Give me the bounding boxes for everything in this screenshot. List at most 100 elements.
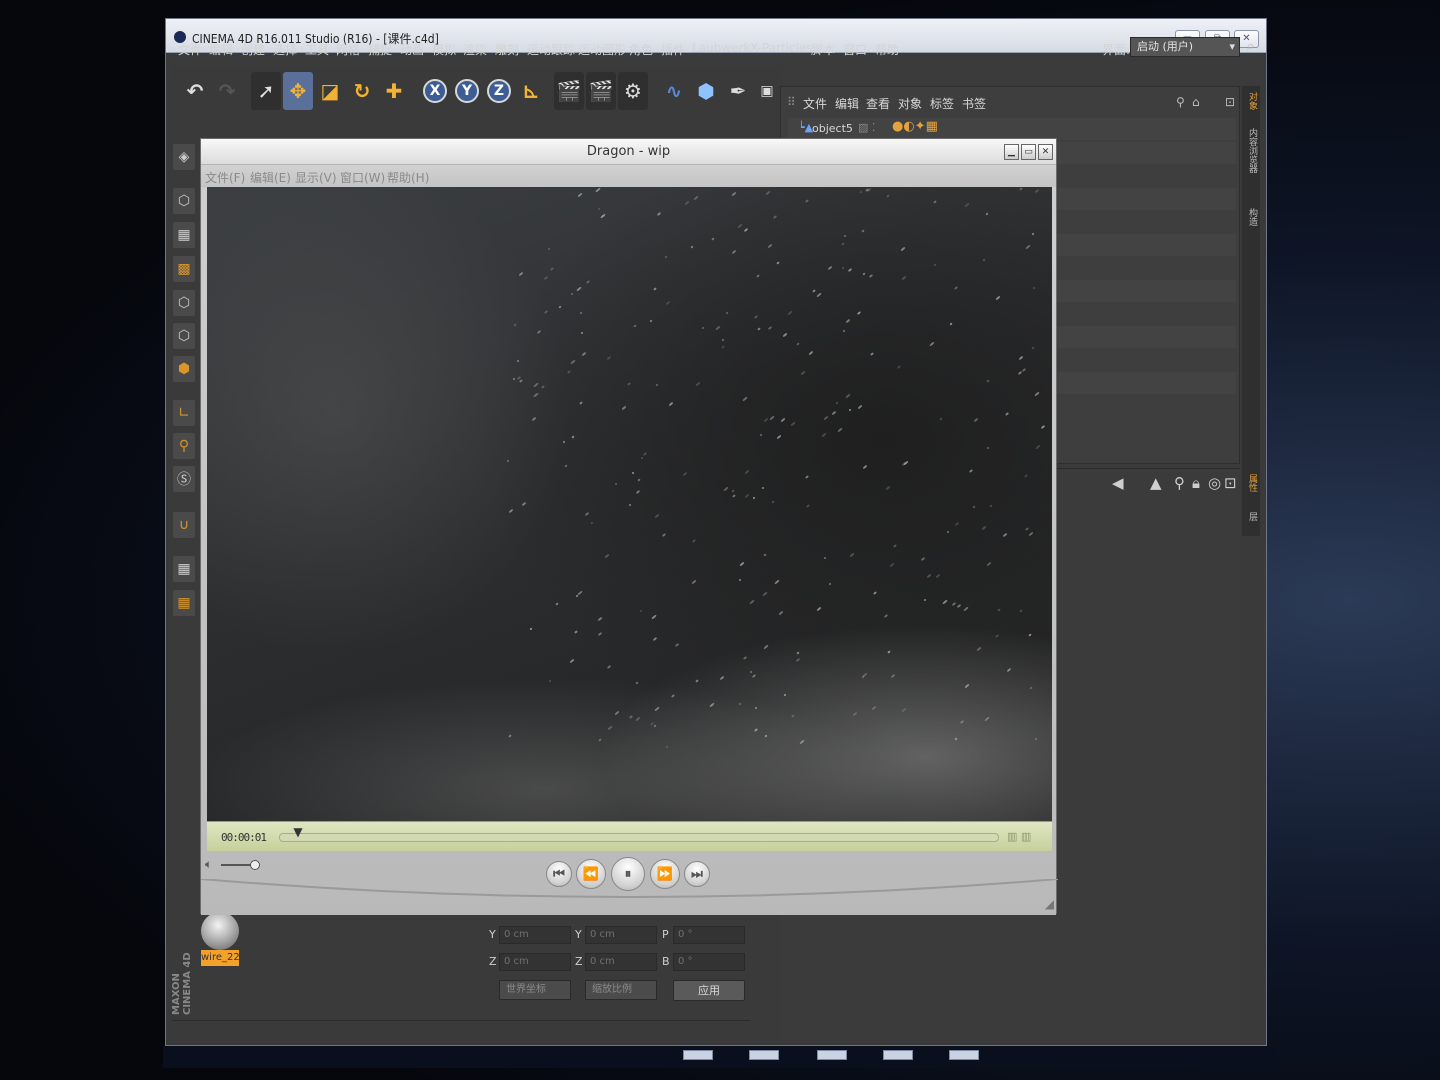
rotation-b-field[interactable]: 0 ° — [673, 953, 745, 971]
tab-structure[interactable]: 构造 — [1243, 208, 1259, 226]
menu-select[interactable]: 选择 — [273, 41, 297, 58]
cube-icon[interactable]: ⬢ — [691, 72, 721, 110]
up-arrow-icon[interactable]: ▲ — [1150, 474, 1162, 492]
attr-search-icon[interactable]: ⚲ — [1174, 474, 1185, 492]
size-z-field[interactable]: 0 cm — [585, 953, 657, 971]
search-icon[interactable]: ⌕ — [1247, 39, 1263, 55]
visibility-toggle-icon[interactable]: ▨ ⁚ — [858, 121, 875, 134]
menu-mesh[interactable]: 网格 — [336, 41, 360, 58]
menu-simulate[interactable]: 模拟 — [432, 41, 456, 58]
attr-expand-icon[interactable]: ⊡ — [1224, 474, 1237, 492]
z-axis-icon[interactable]: Z — [484, 72, 514, 110]
menu-tools[interactable]: 工具 — [305, 41, 329, 58]
scale-icon[interactable]: ◪ — [315, 72, 345, 110]
material-label[interactable]: wire_22 — [201, 950, 240, 966]
viewport-solo-icon[interactable]: ▦ — [173, 556, 195, 582]
menu-script[interactable]: 脚本 — [811, 41, 835, 58]
rewind-button[interactable]: ⏪ — [576, 859, 606, 889]
menu-laubwerk[interactable]: Laubwerk — [692, 41, 750, 55]
menu-snap[interactable]: 捕捉 — [368, 41, 392, 58]
lock-workplane-icon[interactable]: ▦ — [173, 590, 195, 616]
edges-mode-icon[interactable]: ⬡ — [173, 323, 195, 349]
om-row[interactable] — [788, 118, 1236, 140]
pen-icon[interactable]: ✒ — [723, 72, 753, 110]
render-view-icon[interactable]: 🎬 — [554, 72, 584, 110]
tab-attributes[interactable]: 属性 — [1243, 474, 1259, 492]
player-menu-window[interactable]: 窗口(W) — [340, 169, 385, 186]
undo-icon[interactable]: ↶ — [180, 72, 210, 110]
menu-plugins[interactable]: 插件 — [661, 41, 685, 58]
texture-mode-icon[interactable]: ▦ — [173, 222, 195, 248]
volume-icon[interactable]: 🔈︎ — [205, 857, 212, 872]
rotation-p-field[interactable]: 0 ° — [673, 926, 745, 944]
taskbar-thumbnail[interactable] — [749, 1050, 779, 1060]
video-frame[interactable] — [207, 187, 1052, 821]
menu-render[interactable]: 渲染 — [463, 41, 487, 58]
taskbar-thumbnail[interactable] — [949, 1050, 979, 1060]
select-arrow-icon[interactable]: ➚ — [251, 72, 281, 110]
om-search-icon[interactable]: ⚲ — [1176, 95, 1185, 109]
polygons-mode-icon[interactable]: ⬢ — [173, 356, 195, 382]
redo-icon[interactable]: ↷ — [212, 72, 242, 110]
coordinate-system-icon[interactable]: ⊾ — [516, 72, 546, 110]
om-expand-icon[interactable]: ⊡ — [1225, 95, 1235, 109]
menu-file[interactable]: 文件 — [178, 41, 202, 58]
xparticles-tag-icon[interactable]: ●◐✦▦ — [892, 119, 938, 134]
menu-edit[interactable]: 编辑 — [209, 41, 233, 58]
tweak-mode-icon[interactable]: ⚲ — [173, 433, 195, 459]
axis-mode-icon[interactable]: ∟ — [173, 400, 195, 426]
points-mode-icon[interactable]: ⬡ — [173, 290, 195, 316]
apply-button[interactable]: 应用 — [673, 980, 745, 1001]
interface-select[interactable]: 启动 (用户) — [1130, 37, 1240, 57]
menu-sculpt[interactable]: 雕刻 — [495, 41, 519, 58]
om-home-icon[interactable]: ⌂ — [1192, 95, 1200, 109]
tab-layers[interactable]: 层 — [1243, 512, 1259, 521]
x-axis-icon[interactable]: X — [420, 72, 450, 110]
model-mode-icon[interactable]: ◈ — [173, 144, 195, 170]
lock-icon[interactable]: 🔒︎ — [1192, 474, 1200, 492]
scale-mode-dropdown[interactable]: 缩放比例 — [585, 980, 657, 1000]
fast-forward-button[interactable]: ⏩ — [650, 859, 680, 889]
player-close-button[interactable]: ✕ — [1038, 144, 1053, 160]
menu-x-particles[interactable]: X-Particles — [750, 41, 813, 55]
menu-create[interactable]: 创建 — [241, 41, 265, 58]
om-menu-bookmarks[interactable]: 书签 — [962, 95, 986, 112]
om-object-name[interactable]: object5 — [812, 122, 853, 135]
go-to-start-button[interactable]: ⏮ — [546, 861, 572, 887]
player-menu-view[interactable]: 显示(V) — [295, 169, 337, 186]
tab-objects[interactable]: 对象 — [1243, 92, 1259, 110]
om-menu-file[interactable]: 文件 — [803, 95, 827, 112]
rotate-icon[interactable]: ↻ — [347, 72, 377, 110]
add-icon[interactable]: ✚ — [379, 72, 409, 110]
player-menu-file[interactable]: 文件(F) — [205, 169, 245, 186]
playhead-icon[interactable]: ▼ — [293, 826, 303, 842]
menu-character[interactable]: 角色 — [629, 41, 653, 58]
taskbar-thumbnail[interactable] — [817, 1050, 847, 1060]
target-icon[interactable]: ◎ — [1208, 474, 1221, 492]
menu-mograph[interactable]: 运动图形 — [578, 41, 626, 58]
resize-grip-icon[interactable]: ◢ — [1045, 897, 1054, 911]
y-axis-icon[interactable]: Y — [452, 72, 482, 110]
player-maximize-button[interactable]: ▭ — [1021, 144, 1036, 160]
material-preview[interactable] — [201, 912, 239, 950]
tab-content-browser[interactable]: 内容浏览器 — [1243, 128, 1259, 173]
workplane-icon[interactable]: ▩ — [173, 256, 195, 282]
render-settings-icon[interactable]: ⚙ — [618, 72, 648, 110]
player-minimize-button[interactable]: ▁ — [1004, 144, 1019, 160]
menu-animate[interactable]: 动画 — [400, 41, 424, 58]
menu-window[interactable]: 窗口 — [843, 41, 867, 58]
object-mode-icon[interactable]: ⬡ — [173, 188, 195, 214]
spline-icon[interactable]: ∿ — [659, 72, 689, 110]
layout-icon[interactable]: ▣ — [752, 72, 782, 110]
move-icon[interactable]: ✥ — [283, 72, 313, 110]
player-menu-help[interactable]: 帮助(H) — [387, 169, 429, 186]
om-menu-objects[interactable]: 对象 — [898, 95, 922, 112]
go-to-end-button[interactable]: ⏭ — [684, 861, 710, 887]
volume-slider-knob[interactable] — [250, 860, 260, 870]
size-y-field[interactable]: 0 cm — [585, 926, 657, 944]
player-menu-edit[interactable]: 编辑(E) — [250, 169, 291, 186]
coordinate-space-dropdown[interactable]: 世界坐标 — [499, 980, 571, 1000]
taskbar-thumbnail[interactable] — [883, 1050, 913, 1060]
om-menu-edit[interactable]: 编辑 — [835, 95, 859, 112]
position-z-field[interactable]: 0 cm — [499, 953, 571, 971]
